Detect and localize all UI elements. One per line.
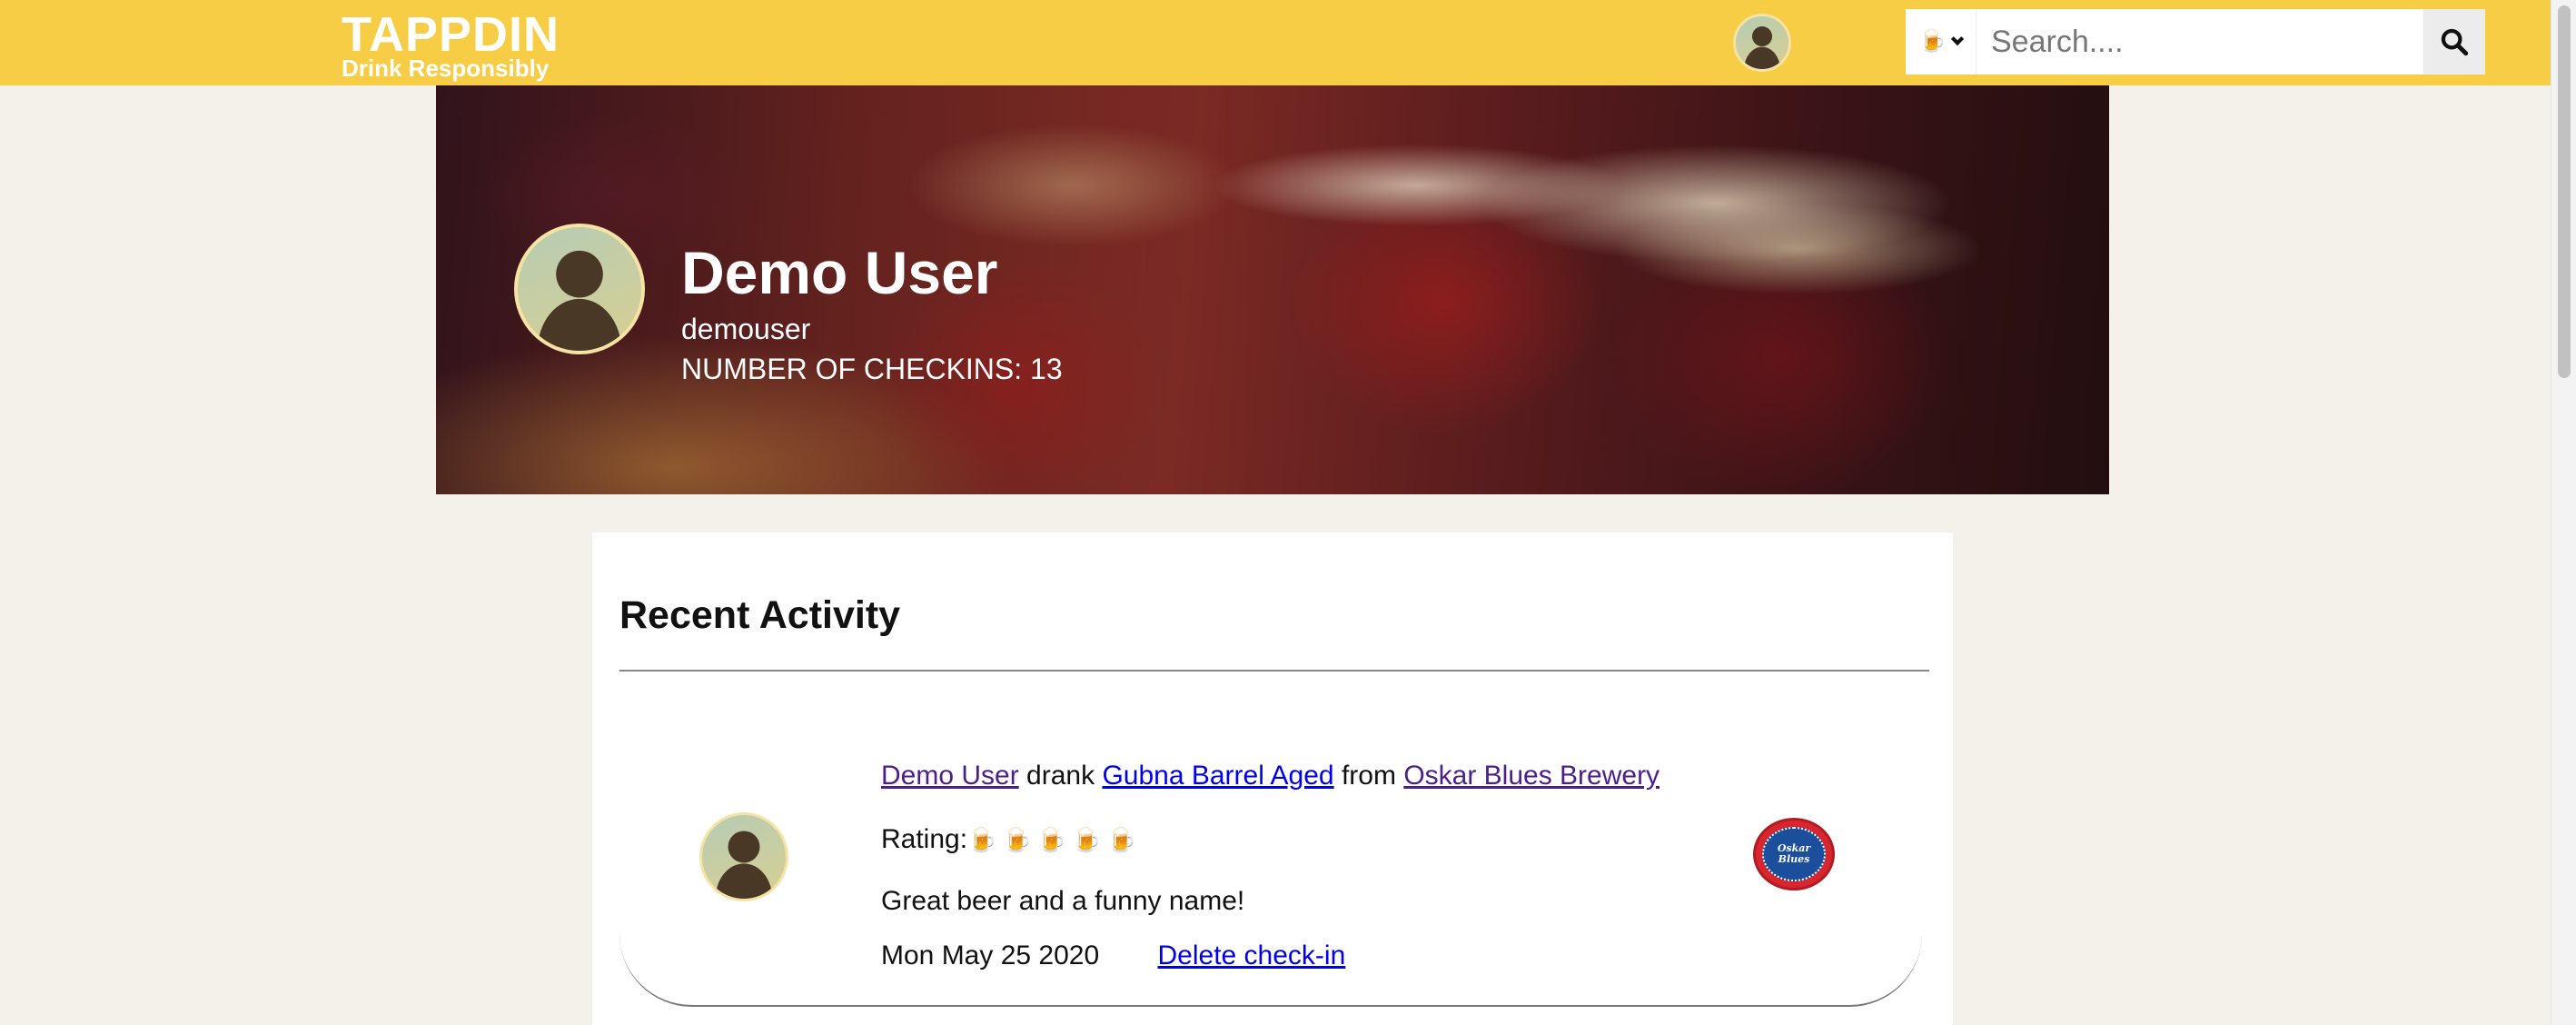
profile-name: Demo User (681, 239, 998, 306)
beer-mug-icon: 🍺 (1106, 826, 1136, 853)
profile-username: demouser (681, 313, 811, 345)
activity-footer: Mon May 25 2020 Delete check-in (881, 940, 1345, 972)
activity-date: Mon May 25 2020 (881, 940, 1100, 970)
delete-checkin-link[interactable]: Delete check-in (1158, 940, 1346, 970)
beer-mug-icon: 🍺 (1918, 29, 1947, 54)
profile-avatar (514, 224, 645, 354)
profile-checkin-count: NUMBER OF CHECKINS: 13 (681, 353, 1063, 385)
user-silhouette-icon (715, 831, 773, 899)
beer-mug-icon: 🍺 (1002, 826, 1032, 853)
logo-title: TAPPDIN (342, 7, 560, 62)
activity-preposition: from (1341, 761, 1396, 791)
recent-activity-card: Recent Activity Demo User drank Gubna Ba… (592, 532, 1953, 1025)
search-bar: 🍺 (1906, 9, 2485, 75)
search-input[interactable] (1977, 9, 2423, 75)
activity-user-link[interactable]: Demo User (881, 761, 1019, 791)
activity-item: Demo User drank Gubna Barrel Aged from O… (619, 741, 1922, 1007)
activity-summary: Demo User drank Gubna Barrel Aged from O… (881, 760, 1660, 792)
scrollbar-thumb[interactable] (2558, 5, 2571, 378)
beer-mug-icon: 🍺 (967, 826, 997, 853)
user-silhouette-icon (1744, 26, 1780, 69)
logo-tagline: Drink Responsibly (342, 55, 550, 82)
page-scrollbar[interactable] (2551, 0, 2576, 1025)
brewery-logo[interactable]: Oskar Blues (1753, 818, 1835, 891)
activity-comment: Great beer and a funny name! (881, 886, 1245, 916)
search-icon (2441, 28, 2469, 56)
brewery-logo-inner: Oskar Blues (1762, 827, 1826, 881)
logo-link[interactable]: TAPPDIN Drink Responsibly (342, 9, 560, 80)
search-category-select[interactable]: 🍺 (1906, 9, 1977, 75)
activity-rating: Rating:🍺 🍺 🍺 🍺 🍺 (881, 823, 1142, 856)
activity-verb: drank (1026, 761, 1095, 791)
top-navbar: TAPPDIN Drink Responsibly 🍺 (0, 0, 2551, 85)
profile-banner: Demo User demouser NUMBER OF CHECKINS: 1… (436, 85, 2109, 494)
user-silhouette-icon (537, 250, 622, 351)
section-title: Recent Activity (619, 593, 901, 637)
rating-label: Rating: (881, 824, 968, 854)
chevron-down-icon (1951, 32, 1965, 46)
nav-user-avatar[interactable] (1733, 14, 1791, 72)
activity-brewery-link[interactable]: Oskar Blues Brewery (1403, 761, 1660, 791)
beer-mug-icon: 🍺 (1072, 826, 1102, 853)
activity-user-avatar[interactable] (699, 812, 788, 901)
activity-beer-link[interactable]: Gubna Barrel Aged (1102, 761, 1333, 791)
section-divider (619, 670, 1929, 672)
search-button[interactable] (2423, 9, 2485, 75)
beer-mug-icon: 🍺 (1036, 826, 1067, 853)
